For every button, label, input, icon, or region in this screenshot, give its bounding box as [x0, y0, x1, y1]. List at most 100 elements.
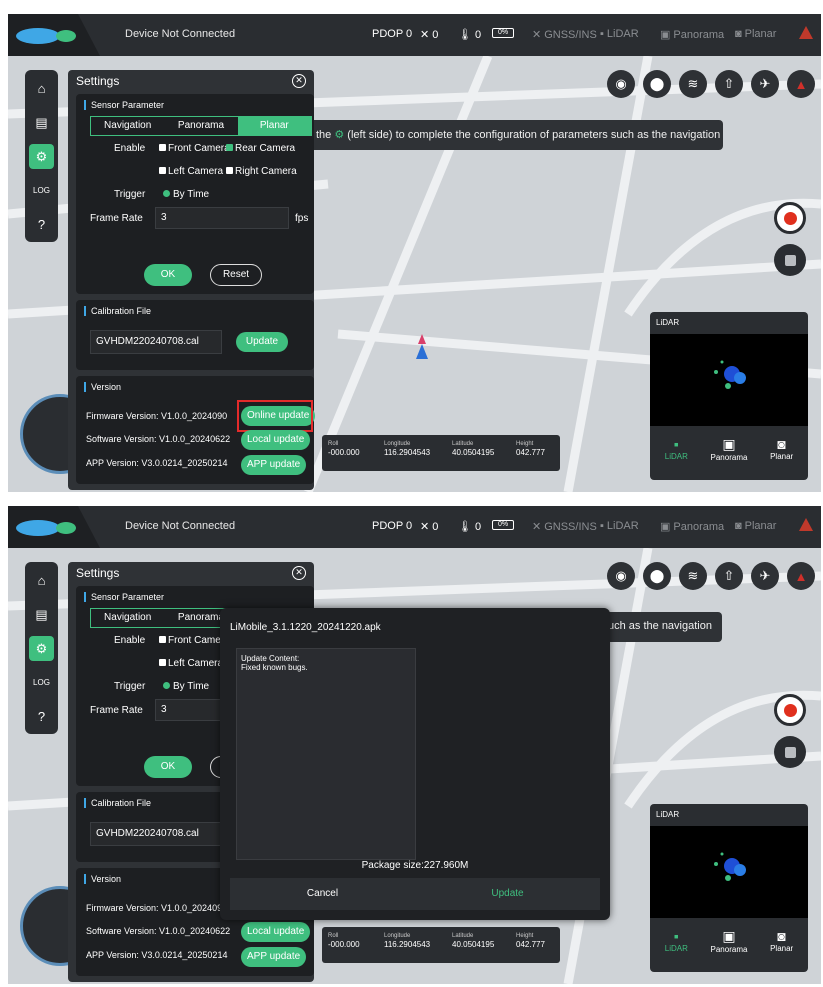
panorama-status: ▣ Panorama — [660, 28, 725, 42]
upload-icon[interactable]: ⇧ — [715, 562, 743, 590]
satellite-count: ✕ 0 — [420, 28, 439, 42]
gear-icon[interactable]: ⚙ — [29, 636, 54, 661]
gear-icon[interactable]: ⚙ — [29, 144, 54, 169]
battery-indicator: 0% — [492, 28, 514, 38]
satellite-icon[interactable]: ✈ — [751, 70, 779, 98]
rear-camera-checkbox[interactable]: Rear Camera — [226, 143, 295, 154]
tab-panorama[interactable]: Panorama — [164, 117, 237, 135]
log-icon[interactable]: LOG — [29, 670, 54, 695]
tab-planar[interactable]: Planar — [237, 117, 311, 135]
map-pin-icon[interactable]: ⌂ — [29, 568, 54, 593]
layers-icon[interactable]: ≋ — [679, 562, 707, 590]
ok-button[interactable]: OK — [144, 756, 192, 778]
tab-lidar[interactable]: ▪ LiDAR — [651, 928, 701, 968]
ok-button[interactable]: OK — [144, 264, 192, 286]
location-icon[interactable]: ⬤ — [643, 70, 671, 98]
local-update-button[interactable]: Local update — [241, 430, 311, 450]
tab-panorama[interactable]: ▣ Panorama — [704, 436, 754, 476]
camera-icon: ◙ — [777, 436, 786, 452]
map-tools: ◉ ⬤ ≋ ⇧ ✈ ▲ — [607, 562, 815, 590]
lidar-panel-tabs: ▪ LiDAR ▣ Panorama ◙ Planar — [650, 436, 808, 476]
calibration-file-field[interactable]: GVHDM220240708.cal — [90, 330, 222, 354]
app-update-button[interactable]: APP update — [241, 455, 307, 475]
tab-panorama[interactable]: ▣ Panorama — [704, 928, 754, 968]
version-heading: Version — [84, 382, 121, 392]
update-button[interactable]: Update — [415, 878, 600, 910]
warning-icon[interactable] — [799, 26, 813, 39]
close-icon[interactable]: ✕ — [292, 566, 306, 580]
status-bar: Device Not Connected PDOP 0 ✕ 0 🌡 0 0% ✕ GN… — [8, 14, 821, 56]
camera-icon: ◙ — [735, 28, 742, 40]
record-button[interactable] — [774, 694, 806, 726]
longitude-value: 116.2904543 — [384, 940, 431, 949]
local-update-button[interactable]: Local update — [241, 922, 311, 942]
height-value: 042.777 — [516, 940, 545, 949]
tab-navigation[interactable]: Navigation — [91, 609, 164, 627]
fps-unit: fps — [295, 213, 309, 224]
screenshot-before: Device Not Connected PDOP 0 ✕ 0 🌡 0 0% ✕ GN… — [8, 14, 821, 492]
battery-icon: 0% — [492, 28, 514, 38]
log-icon[interactable]: LOG — [29, 178, 54, 203]
compass-icon[interactable]: ▲ — [787, 70, 815, 98]
app-logo — [8, 506, 100, 548]
panorama-icon: ▣ — [660, 521, 671, 533]
settings-panel: Settings ✕ Sensor Parameter Navigation P… — [68, 70, 316, 490]
file-settings-icon[interactable]: ▤ — [29, 602, 54, 627]
camera-view-icon[interactable]: ◉ — [607, 562, 635, 590]
left-camera-checkbox[interactable]: Left Camera — [159, 166, 223, 177]
file-settings-icon[interactable]: ▤ — [29, 110, 54, 135]
status-bar: Device Not Connected PDOP 0 ✕ 0 🌡 0 0% ✕ GN… — [8, 506, 821, 548]
stop-button[interactable] — [774, 736, 806, 768]
update-content-text: Fixed known bugs. — [241, 663, 308, 672]
satellite-icon[interactable]: ✈ — [751, 562, 779, 590]
upload-icon[interactable]: ⇧ — [715, 70, 743, 98]
trigger-by-time-radio[interactable]: By Time — [163, 189, 209, 200]
camera-view-icon[interactable]: ◉ — [607, 70, 635, 98]
frame-rate-input[interactable]: 3 — [155, 207, 289, 229]
tab-planar[interactable]: ◙ Planar — [757, 436, 807, 476]
location-icon[interactable]: ⬤ — [643, 562, 671, 590]
settings-title: Settings — [76, 74, 120, 88]
front-camera-checkbox[interactable]: Front Camera — [159, 143, 230, 154]
cancel-button[interactable]: Cancel — [230, 878, 415, 910]
record-button[interactable] — [774, 202, 806, 234]
lidar-point-cloud[interactable] — [650, 826, 808, 918]
tab-planar[interactable]: ◙ Planar — [757, 928, 807, 968]
layers-icon[interactable]: ≋ — [679, 70, 707, 98]
highlight-box — [237, 400, 313, 432]
lidar-icon: ▪ — [673, 436, 679, 452]
calibration-heading: Calibration File — [84, 306, 151, 316]
help-icon[interactable]: ? — [29, 704, 54, 729]
camera-icon: ◙ — [735, 520, 742, 532]
help-icon[interactable]: ? — [29, 212, 54, 237]
temperature-readout: 🌡 0 — [458, 28, 482, 42]
planar-status: ◙ Planar — [735, 520, 777, 532]
calibration-update-button[interactable]: Update — [236, 332, 288, 352]
left-camera-checkbox[interactable]: Left Camera — [159, 658, 223, 669]
trigger-by-time-radio[interactable]: By Time — [163, 681, 209, 692]
right-camera-checkbox[interactable]: Right Camera — [226, 166, 297, 177]
pdop-readout: PDOP 0 — [372, 520, 413, 532]
frame-rate-label: Frame Rate — [90, 705, 143, 716]
version-heading: Version — [84, 874, 121, 884]
lidar-point-cloud[interactable] — [650, 334, 808, 426]
tab-lidar[interactable]: ▪ LiDAR — [651, 436, 701, 476]
coordinate-bar: Roll -000.000 Longitude 116.2904543 Latitu… — [322, 435, 560, 471]
latitude-value: 40.0504195 — [452, 448, 495, 457]
tab-navigation[interactable]: Navigation — [91, 117, 164, 135]
lidar-status: ▪ LiDAR — [600, 28, 639, 40]
reset-button[interactable]: Reset — [210, 264, 262, 286]
apk-update-dialog: LiMobile_3.1.1220_20241220.apk Update Co… — [220, 608, 610, 920]
app-update-button[interactable]: APP update — [241, 947, 307, 967]
warning-icon[interactable] — [799, 518, 813, 531]
stop-button[interactable] — [774, 244, 806, 276]
package-size: Package size:227.960M — [361, 860, 469, 871]
temperature-readout: 🌡 0 — [458, 520, 482, 534]
close-icon[interactable]: ✕ — [292, 74, 306, 88]
version-card: Version Firmware Version: V1.0.0_2024090… — [76, 376, 316, 484]
lidar-panel-title: LiDAR — [656, 810, 680, 819]
map-pin-icon[interactable]: ⌂ — [29, 76, 54, 101]
calibration-file-field[interactable]: GVHDM220240708.cal — [90, 822, 222, 846]
satellite-icon: ✕ — [420, 29, 430, 41]
compass-icon[interactable]: ▲ — [787, 562, 815, 590]
